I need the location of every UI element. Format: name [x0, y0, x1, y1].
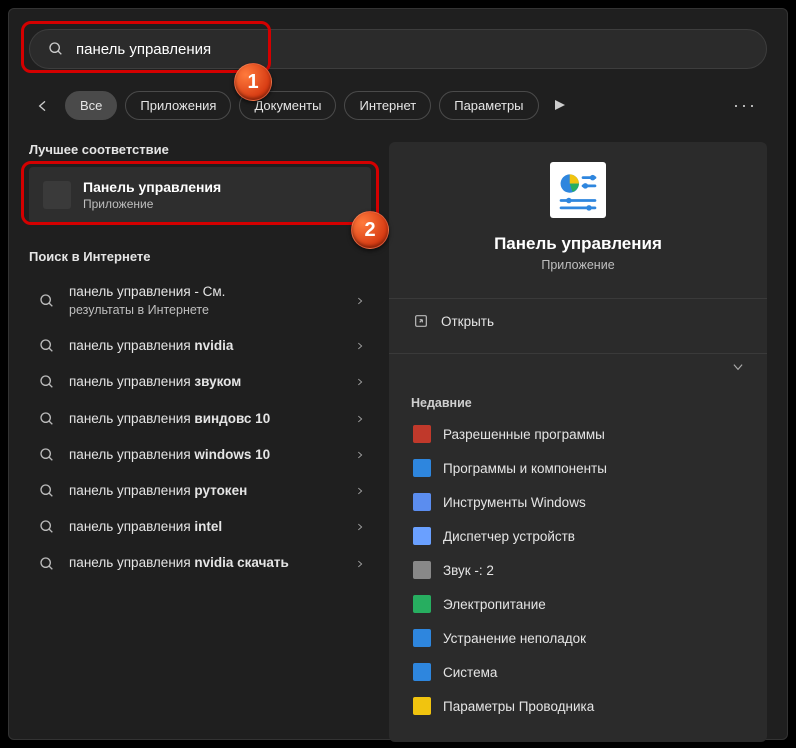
web-result-text: панель управления виндовс 10	[69, 410, 341, 428]
recent-item[interactable]: Электропитание	[411, 588, 745, 620]
tab-параметры[interactable]: Параметры	[439, 91, 538, 120]
web-result-text: панель управления рутокен	[69, 482, 341, 500]
recent-item-label: Устранение неполадок	[443, 631, 586, 646]
web-search-result[interactable]: панель управления виндовс 10	[29, 401, 371, 437]
chevron-right-icon	[355, 486, 365, 496]
search-icon	[39, 483, 55, 499]
chevron-right-icon	[355, 414, 365, 424]
recent-item[interactable]: Устранение неполадок	[411, 622, 745, 654]
recent-item-icon	[413, 629, 431, 647]
search-icon	[39, 447, 55, 463]
web-result-text: панель управления - См.результаты в Инте…	[69, 283, 341, 319]
web-result-text: панель управления intel	[69, 518, 341, 536]
chevron-right-icon	[355, 559, 365, 569]
best-match-result[interactable]: Панель управления Приложение	[29, 167, 371, 223]
recent-item-icon	[413, 595, 431, 613]
search-icon	[39, 519, 55, 535]
open-icon	[413, 313, 429, 329]
chevron-down-icon[interactable]	[731, 360, 745, 374]
chevron-right-icon	[355, 377, 365, 387]
recent-item-icon	[413, 561, 431, 579]
recent-item[interactable]: Параметры Проводника	[411, 690, 745, 722]
recent-item-icon	[413, 527, 431, 545]
web-search-result[interactable]: панель управления рутокен	[29, 473, 371, 509]
recent-item-label: Параметры Проводника	[443, 699, 594, 714]
recent-item[interactable]: Программы и компоненты	[411, 452, 745, 484]
result-subtitle: Приложение	[83, 197, 221, 211]
recent-item-label: Программы и компоненты	[443, 461, 607, 476]
search-icon	[39, 374, 55, 390]
web-search-result[interactable]: панель управления intel	[29, 509, 371, 545]
web-search-result[interactable]: панель управления windows 10	[29, 437, 371, 473]
search-icon	[48, 41, 64, 57]
search-icon	[39, 556, 55, 572]
recent-item-icon	[413, 425, 431, 443]
web-search-result[interactable]: панель управления nvidia скачать	[29, 545, 371, 581]
search-icon	[39, 293, 55, 309]
search-icon	[39, 411, 55, 427]
chevron-right-icon	[355, 450, 365, 460]
recent-item-label: Диспетчер устройств	[443, 529, 575, 544]
recent-item-icon	[413, 663, 431, 681]
app-icon	[43, 181, 71, 209]
tab-приложения[interactable]: Приложения	[125, 91, 231, 120]
result-title: Панель управления	[83, 179, 221, 195]
recent-item-label: Инструменты Windows	[443, 495, 586, 510]
control-panel-icon	[550, 162, 606, 218]
search-icon	[39, 338, 55, 354]
recent-item-icon	[413, 459, 431, 477]
open-action[interactable]: Открыть	[411, 299, 745, 343]
chevron-right-icon	[355, 522, 365, 532]
recent-item-label: Система	[443, 665, 497, 680]
chevron-right-icon	[355, 341, 365, 351]
recent-item-icon	[413, 697, 431, 715]
web-result-text: панель управления nvidia	[69, 337, 341, 355]
tab-все[interactable]: Все	[65, 91, 117, 120]
web-search-heading: Поиск в Интернете	[29, 249, 371, 264]
web-search-result[interactable]: панель управления nvidia	[29, 328, 371, 364]
search-box[interactable]	[29, 29, 767, 69]
more-options-button[interactable]: ···	[723, 91, 767, 120]
tab-интернет[interactable]: Интернет	[344, 91, 431, 120]
recent-item-icon	[413, 493, 431, 511]
chevron-right-icon	[355, 296, 365, 306]
filter-tabs: ВсеПриложенияДокументыИнтернетПараметры …	[29, 91, 767, 120]
detail-subtitle: Приложение	[541, 258, 614, 272]
web-result-text: панель управления nvidia скачать	[69, 554, 341, 572]
back-button[interactable]	[29, 92, 57, 120]
recent-item[interactable]: Звук -: 2	[411, 554, 745, 586]
web-result-text: панель управления windows 10	[69, 446, 341, 464]
recent-item[interactable]: Диспетчер устройств	[411, 520, 745, 552]
annotation-badge-1: 1	[234, 63, 272, 101]
recent-item-label: Электропитание	[443, 597, 546, 612]
recent-item-label: Звук -: 2	[443, 563, 494, 578]
recent-item[interactable]: Система	[411, 656, 745, 688]
search-input[interactable]	[76, 41, 748, 58]
annotation-badge-2: 2	[351, 211, 389, 249]
recent-heading: Недавние	[411, 396, 745, 410]
more-filters-icon[interactable]	[547, 95, 573, 117]
web-search-result[interactable]: панель управления - См.результаты в Инте…	[29, 274, 371, 328]
web-result-text: панель управления звуком	[69, 373, 341, 391]
recent-item[interactable]: Разрешенные программы	[411, 418, 745, 450]
best-match-heading: Лучшее соответствие	[29, 142, 371, 157]
detail-panel: Панель управления Приложение Открыть Нед…	[389, 142, 767, 742]
recent-item-label: Разрешенные программы	[443, 427, 605, 442]
web-search-result[interactable]: панель управления звуком	[29, 364, 371, 400]
recent-item[interactable]: Инструменты Windows	[411, 486, 745, 518]
detail-title: Панель управления	[494, 234, 662, 254]
search-window: 1 ВсеПриложенияДокументыИнтернетПараметр…	[8, 8, 788, 740]
open-label: Открыть	[441, 314, 494, 329]
